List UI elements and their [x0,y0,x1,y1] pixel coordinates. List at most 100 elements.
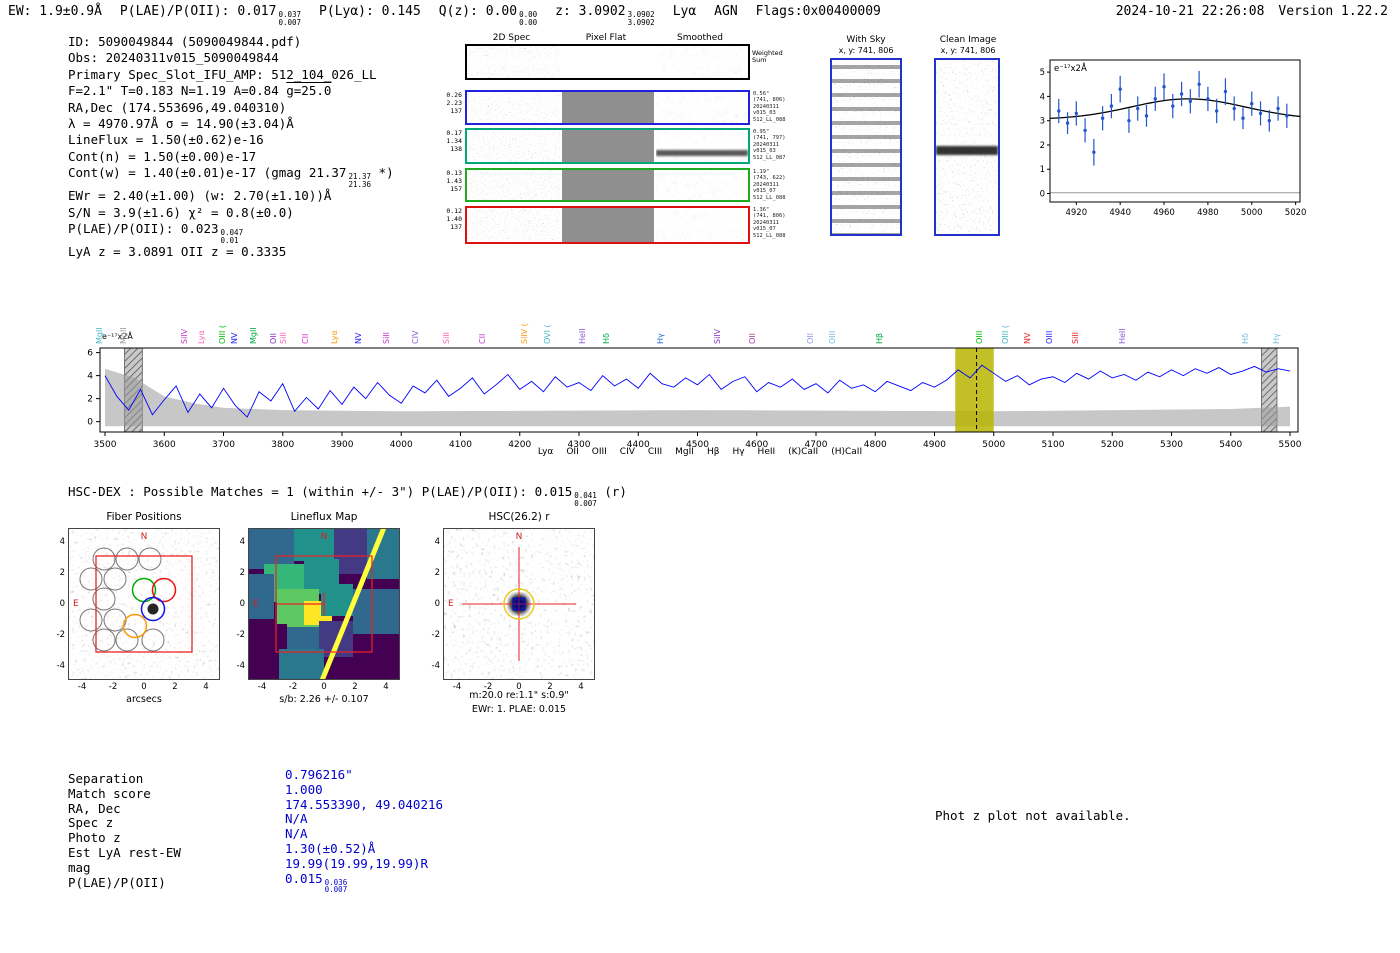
emission-line-label: CII [300,333,310,344]
with-sky-title: With Sky [846,35,886,45]
match-plae-uncertainty: 0.036 0.007 [325,879,348,894]
legend-label: Hβ [706,447,720,457]
info-text: LyA z = 3.0891 OII z = 0.3335 [68,244,287,260]
match-row-value: 19.99(19.99,19.99)R [285,855,428,871]
qz-value: Q(z): 0.000.000.00 [438,4,537,26]
spec2d-row [465,128,750,164]
svg-text:0: 0 [1040,190,1045,200]
weighted-sum-label: Weighted Sum [752,49,783,64]
axis-tick-label: -4 [77,682,87,692]
svg-text:5000: 5000 [1241,208,1263,218]
row-annotation: 0.56" (741, 806) 20240311 v015_03 512_LL… [753,91,795,123]
info-text: LineFlux = 1.50(±0.62)e-16 [68,132,264,148]
legend-item: Hγ [732,447,744,457]
axis-tick-label: 2 [172,682,178,692]
info-text: ID: 5090049844 (5090049844.pdf) [68,34,302,49]
emission-line-label: HeII [1118,328,1128,344]
svg-text:5: 5 [1040,68,1045,78]
emission-line-label: NV [230,332,240,344]
legend-item: OIII [592,447,607,457]
scale-value: 137 [450,106,462,115]
info-line-primary-spec: Primary Spec_Slot_IFU_AMP: 512_104_026_L… [68,67,394,83]
north-label: N [320,532,328,542]
smoothed-image [656,170,748,200]
legend-item: CIII [648,447,662,457]
report-datetime: 2024-10-21 22:26:08 [1115,4,1265,19]
info-text: Cont(n) = 1.50(±0.00)e-17 [68,148,257,164]
pixel-flat-image [562,92,654,123]
gmag-sub: 21.36 [348,179,372,189]
info-gmag-overline: g=25.0 [286,83,332,99]
axis-tick-label: 4 [203,682,209,692]
emission-line-label: Hδ [601,333,611,344]
fiber-2d-spec-image [467,170,560,200]
emission-line-label: Lyα [197,330,207,344]
match-row-value: 1.000 [285,781,323,797]
axis-tick-label: -4 [431,661,440,671]
north-label: N [140,532,148,542]
hsc-dex-tail: (r) [596,484,627,499]
match-row-value: 1.30(±0.52)Å [285,840,376,856]
info-line-sn: S/N = 3.9(±1.6) χ² = 0.8(±0.0) [68,205,394,221]
match-table-labels: Separation Match score RA, Dec Spec z Ph… [68,771,181,890]
emission-line-label: SiIV ( [519,323,529,344]
info-line-cont-w: Cont(w) = 1.40(±0.01)e-17 (gmag 21.37 21.… [68,165,394,188]
emission-line-label: OIII [1044,330,1054,344]
emission-line-label: OIII ( [1001,324,1011,344]
legend-label: OII [566,447,579,457]
lineflux-map-title: Lineflux Map [290,511,358,523]
match-row-value: N/A [285,826,308,842]
hsc-dex-match-line: HSC-DEX : Possible Matches = 1 (within +… [68,484,627,507]
z-sub: 3.0902 [628,18,655,27]
spectrum-legend: Lyα OII OIII CIV CIII MgII Hβ Hγ HeII (K)CaII (H)C… [0,447,1400,457]
legend-item: (H)CaII [831,447,862,457]
row-scale-values: 0.12 1.40 137 [440,207,462,231]
svg-text:6: 6 [87,349,93,359]
emission-line-label: MgII [249,327,258,344]
qz-text: Q(z): 0.00 [438,4,518,19]
report-version: Version 1.22.2 [1278,4,1388,19]
row-scale-values: 0.13 1.43 157 [440,169,462,193]
hsc-caption-2: EWr: 1. PLAE: 0.015 [471,704,567,715]
classification-label: Lyα [672,4,697,19]
legend-label: OIII [591,447,607,457]
emission-streak [656,142,748,150]
fiber-positions-image [69,529,219,679]
match-row-label: Match score [68,785,151,801]
axis-tick-label: 4 [434,537,440,547]
east-label: E [73,599,79,609]
emission-streak [656,58,748,66]
svg-text:4: 4 [87,372,93,382]
fiber-2d-spec-image [467,92,560,123]
axis-tick-label: 2 [239,568,245,578]
axis-tick-label: 2 [352,682,358,692]
main-spectrum-ylabel: e⁻¹⁷x2Å [102,332,133,341]
plya-value: P(Lyα): 0.145 [319,4,421,19]
east-label: E [448,599,454,609]
qz-uncertainty: 0.000.00 [519,11,537,26]
match-row-label: Spec z [68,815,114,831]
match-row-label: Est LyA rest-EW [68,844,181,860]
z-uncertainty: 3.09023.0902 [628,11,655,27]
info-line-lambda: λ = 4970.97Å σ = 14.90(±3.04)Å [68,116,394,132]
axis-tick-label: -2 [288,682,298,692]
emission-line-label: SiII [278,331,288,344]
info-text: RA,Dec (174.553696,49.040310) [68,99,287,115]
axis-tick-label: 4 [383,682,389,692]
header-bar: EW: 1.9±0.9Å P(LAE)/P(OII): 0.0170.0370.0… [8,4,899,26]
emission-streak [656,103,748,112]
pixel-flat-image [562,130,654,162]
fiber-xlabel: arcsecs [126,694,162,705]
ann-line: 512_LL_088 [753,116,786,123]
scale-value: 157 [450,184,462,193]
info-text: P(LAE)/P(OII): 0.023 [68,221,219,237]
legend-item: (K)CaII [788,447,818,457]
absorption-streak [656,149,748,156]
flags-value: Flags:0x00400009 [755,4,881,19]
emission-line-label: OII [748,332,758,344]
legend-label: (H)CaII [831,447,863,457]
info-text: EWr = 2.40(±1.00) (w: 2.70(±1.10))Å [68,188,332,204]
info-text: λ = 4970.97Å σ = 14.90(±3.04)Å [68,116,294,132]
weighted-smoothed-image [656,46,748,78]
col-header-smoothed: Smoothed [677,33,723,43]
